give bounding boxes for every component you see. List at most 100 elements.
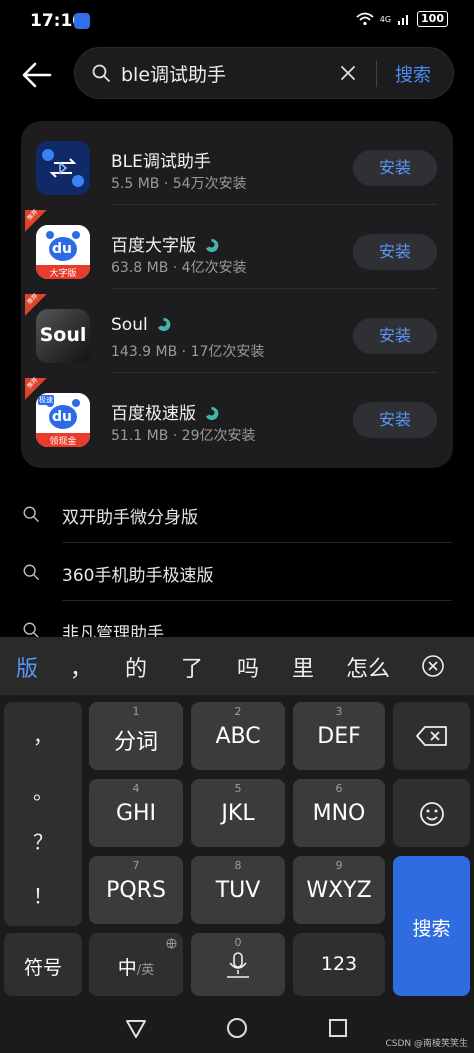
lang-main: 中 — [117, 957, 137, 979]
key-2[interactable]: 2 ABC — [191, 702, 285, 770]
candidate-word[interactable]: 里 — [292, 651, 314, 683]
search-icon — [92, 64, 110, 82]
app-name: 百度大字版 — [111, 231, 219, 256]
app-size: 143.9 MB — [111, 344, 178, 360]
nav-home-icon[interactable] — [226, 1017, 248, 1039]
app-row[interactable]: Soul 推荐 Soul 143.9 MB · 17亿次安装 安装 — [21, 289, 453, 373]
microphone-icon — [227, 952, 249, 978]
app-row[interactable]: BLE调试助手 5.5 MB · 54万次安装 安装 — [21, 121, 453, 205]
app-meta: 63.8 MB · 4亿次安装 — [111, 257, 247, 277]
punctuation-column: ， 。 ？ ！ — [4, 702, 82, 926]
install-button[interactable]: 安装 — [353, 318, 437, 354]
candidate-word[interactable]: 了 — [181, 651, 203, 683]
app-meta: 143.9 MB · 17亿次安装 — [111, 341, 264, 361]
icon-du: du — [52, 241, 72, 257]
key-4[interactable]: 4 GHI — [89, 779, 183, 847]
clear-icon[interactable] — [339, 64, 357, 82]
search-divider — [376, 61, 377, 87]
signal-icon — [398, 15, 409, 25]
language-toggle-key[interactable]: 中/英 — [89, 933, 183, 996]
punct-key[interactable]: ！ — [4, 880, 82, 909]
verified-icon — [205, 238, 219, 253]
suggestion-item[interactable]: 双开助手微分身版 — [0, 485, 474, 543]
key-1[interactable]: 1 分词 — [89, 702, 183, 770]
key-8[interactable]: 8 TUV — [191, 856, 285, 924]
app-row[interactable]: 极速 du 领现金 推荐 百度极速版 51.1 MB · 29亿次安装 安装 — [21, 373, 453, 457]
app-meta: 5.5 MB · 54万次安装 — [111, 173, 247, 193]
icon-soul-text: Soul — [39, 324, 87, 346]
app-meta: 51.1 MB · 29亿次安装 — [111, 425, 256, 445]
verified-icon — [157, 317, 171, 332]
emoji-icon — [420, 802, 444, 826]
install-button[interactable]: 安装 — [353, 234, 437, 270]
app-size: 51.1 MB — [111, 428, 169, 444]
key-5[interactable]: 5 JKL — [191, 779, 285, 847]
close-candidates-icon[interactable] — [421, 654, 445, 678]
backspace-key[interactable] — [393, 702, 470, 770]
battery-indicator: 100 — [417, 11, 448, 27]
app-size: 63.8 MB — [111, 260, 169, 276]
meta-separator: · — [159, 176, 173, 192]
punct-key[interactable]: ？ — [4, 826, 82, 855]
search-input[interactable]: ble调试助手 — [121, 60, 226, 87]
app-name: BLE调试助手 — [111, 152, 211, 172]
results-card: BLE调试助手 5.5 MB · 54万次安装 安装 大字版 du 推荐 百度大… — [21, 121, 453, 468]
app-icon-baidu-big: 大字版 du — [36, 225, 90, 279]
ad-badge: 推荐 — [25, 292, 47, 316]
watermark: CSDN @南棱笑笑生 — [385, 1039, 468, 1049]
ad-badge: 推荐 — [25, 376, 47, 400]
lang-alt: /英 — [136, 963, 155, 978]
candidate-word[interactable]: ， — [70, 651, 92, 683]
key-3[interactable]: 3 DEF — [293, 702, 385, 770]
app-row[interactable]: 大字版 du 推荐 百度大字版 63.8 MB · 4亿次安装 安装 — [21, 205, 453, 289]
ad-badge: 推荐 — [25, 208, 47, 232]
key-7[interactable]: 7 PQRS — [89, 856, 183, 924]
search-icon — [23, 564, 39, 580]
candidate-word[interactable]: 吗 — [237, 651, 259, 683]
app-installs: 4亿次安装 — [181, 260, 247, 276]
install-button[interactable]: 安装 — [353, 150, 437, 186]
icon-du: du — [52, 409, 72, 425]
candidate-word[interactable]: 的 — [125, 651, 147, 683]
app-installs: 29亿次安装 — [181, 428, 256, 444]
nav-back-icon[interactable] — [125, 1019, 147, 1039]
key-6[interactable]: 6 MNO — [293, 779, 385, 847]
suggestion-text: 360手机助手极速版 — [62, 566, 214, 586]
meta-separator: · — [168, 428, 182, 444]
number-key[interactable]: 123 — [293, 933, 385, 996]
candidate-word[interactable]: 版 — [16, 651, 38, 683]
install-button[interactable]: 安装 — [353, 402, 437, 438]
back-arrow-icon[interactable] — [20, 58, 54, 92]
app-installs: 54万次安装 — [172, 176, 247, 192]
candidate-word[interactable]: 怎么 — [346, 651, 390, 683]
icon-caption: 领现金 — [49, 437, 77, 447]
app-icon-soul: Soul — [36, 309, 90, 363]
search-icon — [23, 506, 39, 522]
search-button[interactable]: 搜索 — [395, 61, 431, 87]
suggestion-item[interactable]: 360手机助手极速版 — [0, 543, 474, 601]
app-installs: 17亿次安装 — [190, 344, 265, 360]
wifi-icon — [356, 12, 374, 26]
emoji-key[interactable] — [393, 779, 470, 847]
backspace-icon — [416, 726, 447, 746]
app-icon-baidu-fast: 极速 du 领现金 — [36, 393, 90, 447]
punct-key[interactable]: ， — [4, 720, 82, 749]
punct-key[interactable]: 。 — [4, 776, 82, 805]
candidate-bar: 版 ， 的 了 吗 里 怎么 — [0, 637, 474, 695]
status-icons: 4G 100 — [356, 11, 448, 27]
app-name: 百度极速版 — [111, 399, 219, 424]
key-9[interactable]: 9 WXYZ — [293, 856, 385, 924]
symbol-key[interactable]: 符号 — [4, 933, 82, 996]
meta-separator: · — [177, 344, 191, 360]
notification-app-icon — [74, 13, 90, 29]
app-size: 5.5 MB — [111, 176, 160, 192]
app-icon-ble — [36, 141, 90, 195]
search-key[interactable]: 搜索 — [393, 856, 470, 996]
search-bar[interactable]: ble调试助手 搜索 — [74, 47, 454, 99]
space-key[interactable]: 0 — [191, 933, 285, 996]
suggestion-text: 双开助手微分身版 — [62, 508, 198, 528]
verified-icon — [205, 406, 219, 421]
app-name: Soul — [111, 315, 171, 335]
nav-recents-icon[interactable] — [328, 1018, 348, 1038]
status-bar: 17:10 4G 100 — [0, 0, 474, 44]
